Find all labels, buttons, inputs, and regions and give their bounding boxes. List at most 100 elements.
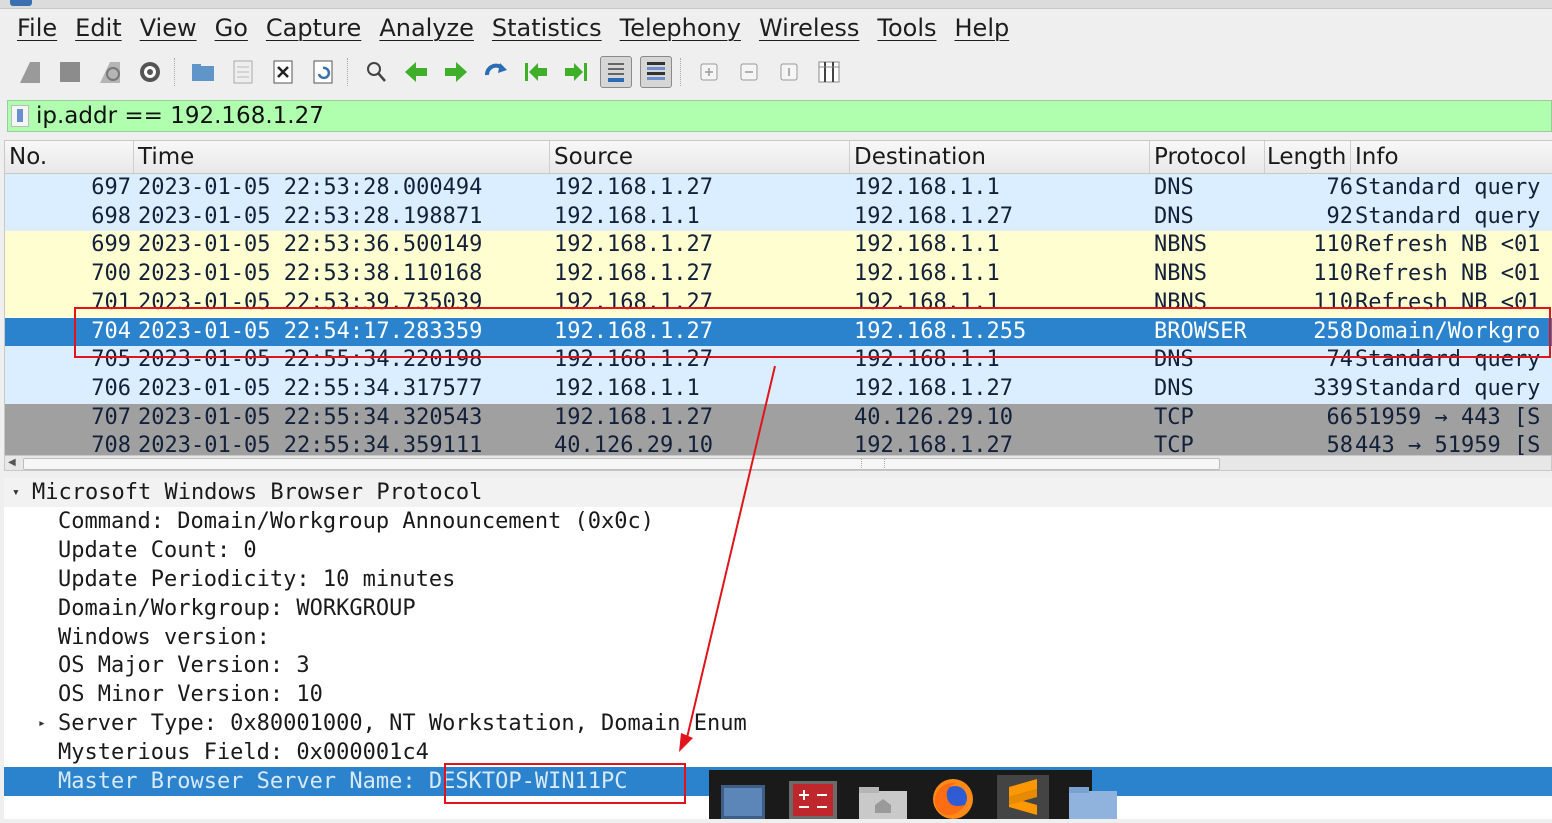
cell-source: 192.168.1.1 [554, 375, 700, 401]
cell-protocol: TCP [1154, 404, 1194, 430]
zoom-in-icon[interactable] [693, 56, 725, 88]
go-forward-arrow-icon[interactable] [440, 56, 472, 88]
files-folder-icon[interactable] [1067, 775, 1119, 819]
monitor-icon[interactable] [717, 775, 769, 819]
cell-no: 698 [91, 203, 131, 229]
packet-row[interactable]: 707 2023-01-05 22:55:34.320543 192.168.1.2… [5, 403, 1552, 433]
go-to-packet-icon[interactable] [480, 56, 512, 88]
detail-line[interactable]: Update Count: 0 [4, 536, 1552, 565]
packet-row[interactable]: 699 2023-01-05 22:53:36.500149 192.168.1.2… [5, 231, 1552, 261]
capture-options-gear-icon[interactable] [134, 56, 166, 88]
close-file-icon[interactable] [267, 56, 299, 88]
column-header-no[interactable]: No. [5, 141, 134, 173]
cell-length: 66 [1326, 404, 1354, 430]
column-header-destination[interactable]: Destination [850, 141, 1150, 173]
desktop-taskbar [709, 770, 1117, 819]
menu-help[interactable]: Help [946, 14, 1019, 42]
save-file-icon[interactable] [227, 56, 259, 88]
reload-file-icon[interactable] [307, 56, 339, 88]
cell-time: 2023-01-05 22:53:28.198871 [138, 203, 483, 229]
resize-columns-icon[interactable] [813, 56, 845, 88]
expand-arrow-icon[interactable]: ▸ [38, 709, 46, 738]
detail-line[interactable]: ▾ Microsoft Windows Browser Protocol [4, 478, 1552, 507]
detail-line[interactable]: Update Periodicity: 10 minutes [4, 565, 1552, 594]
cell-length: 92 [1326, 203, 1354, 229]
cell-time: 2023-01-05 22:55:34.317577 [138, 375, 483, 401]
cell-destination: 40.126.29.10 [854, 404, 1013, 430]
menu-edit[interactable]: Edit [66, 14, 130, 42]
cell-length: 110 [1313, 232, 1353, 258]
scrollbar-thumb[interactable] [23, 458, 1220, 470]
packet-list-header: No. Time Source Destination Protocol Len… [5, 141, 1552, 174]
calculator-icon[interactable] [787, 775, 839, 819]
go-back-arrow-icon[interactable] [400, 56, 432, 88]
menu-view[interactable]: View [131, 14, 206, 42]
home-folder-icon[interactable] [857, 775, 909, 819]
menu-telephony[interactable]: Telephony [611, 14, 750, 42]
packet-row[interactable]: 700 2023-01-05 22:53:38.110168 192.168.1.2… [5, 260, 1552, 289]
cell-no: 700 [91, 261, 131, 287]
autoscroll-toggle-icon[interactable] [600, 56, 632, 88]
cell-destination: 192.168.1.1 [854, 232, 1000, 258]
cell-source: 192.168.1.27 [554, 404, 713, 430]
first-packet-icon[interactable] [520, 56, 552, 88]
packet-row[interactable]: 706 2023-01-05 22:55:34.317577 192.168.1.1… [5, 374, 1552, 404]
find-packet-magnifier-icon[interactable] [360, 56, 392, 88]
start-capture-fin-icon[interactable] [14, 56, 46, 88]
cell-info: Refresh NB <01 [1355, 261, 1541, 287]
open-file-folder-icon[interactable] [187, 56, 219, 88]
cell-protocol: TCP [1154, 433, 1194, 457]
filter-bookmark-icon[interactable] [11, 105, 29, 127]
menu-capture[interactable]: Capture [257, 14, 370, 42]
collapse-arrow-icon[interactable]: ▾ [12, 478, 20, 507]
toolbar-separator [347, 58, 352, 86]
cell-protocol: DNS [1154, 203, 1194, 229]
cell-no: 706 [91, 375, 131, 401]
display-filter-input[interactable] [36, 101, 1536, 131]
pane-splitter-grip[interactable] [861, 458, 885, 468]
sublime-text-icon[interactable] [997, 775, 1049, 819]
normal-size-icon[interactable] [773, 56, 805, 88]
column-header-source[interactable]: Source [550, 141, 850, 173]
cell-destination: 192.168.1.1 [854, 175, 1000, 200]
detail-text: Server Type: 0x80001000, NT Workstation,… [58, 711, 747, 737]
detail-line[interactable]: OS Major Version: 3 [4, 651, 1552, 680]
stop-capture-icon[interactable] [54, 56, 86, 88]
column-header-length[interactable]: Length [1265, 141, 1351, 173]
cell-no: 707 [91, 404, 131, 430]
detail-line[interactable]: Mysterious Field: 0x000001c4 [4, 738, 1552, 767]
firefox-icon[interactable] [927, 775, 979, 819]
cell-time: 2023-01-05 22:53:38.110168 [138, 261, 483, 287]
menu-tools[interactable]: Tools [868, 14, 945, 42]
cell-protocol: NBNS [1154, 232, 1207, 258]
packet-list-hscrollbar[interactable]: ◀ [4, 455, 1552, 471]
packet-row[interactable]: 698 2023-01-05 22:53:28.198871 192.168.1.1… [5, 202, 1552, 232]
cell-info: 51959 → 443 [S [1355, 404, 1541, 430]
annotation-box-selected-packet [74, 307, 1551, 358]
column-header-time[interactable]: Time [134, 141, 550, 173]
cell-time: 2023-01-05 22:55:34.359111 [138, 433, 483, 457]
restart-capture-icon[interactable] [94, 56, 126, 88]
menu-wireless[interactable]: Wireless [750, 14, 868, 42]
packet-row[interactable]: 708 2023-01-05 22:55:34.359111 40.126.29.1… [5, 432, 1552, 457]
packet-row[interactable]: 697 2023-01-05 22:53:28.000494 192.168.1.2… [5, 174, 1552, 203]
zoom-out-icon[interactable] [733, 56, 765, 88]
menu-file[interactable]: File [0, 14, 66, 42]
detail-line[interactable]: Domain/Workgroup: WORKGROUP [4, 594, 1552, 623]
last-packet-icon[interactable] [560, 56, 592, 88]
menu-statistics[interactable]: Statistics [483, 14, 611, 42]
packet-details-tree: ▾ Microsoft Windows Browser Protocol Comma… [4, 478, 1552, 819]
colorize-toggle-icon[interactable] [640, 56, 672, 88]
cell-info: Standard query [1355, 175, 1541, 200]
cell-source: 192.168.1.27 [554, 232, 713, 258]
detail-line[interactable]: OS Minor Version: 10 [4, 680, 1552, 709]
column-header-info[interactable]: Info [1351, 141, 1552, 173]
detail-line[interactable]: ▸ Server Type: 0x80001000, NT Workstation… [4, 709, 1552, 738]
menu-go[interactable]: Go [206, 14, 257, 42]
menu-analyze[interactable]: Analyze [370, 14, 483, 42]
column-header-protocol[interactable]: Protocol [1150, 141, 1265, 173]
cell-info: Refresh NB <01 [1355, 232, 1541, 258]
detail-line[interactable]: Windows version: [4, 623, 1552, 652]
scroll-left-arrow-icon[interactable]: ◀ [8, 457, 16, 468]
detail-line[interactable]: Command: Domain/Workgroup Announcement (… [4, 507, 1552, 536]
